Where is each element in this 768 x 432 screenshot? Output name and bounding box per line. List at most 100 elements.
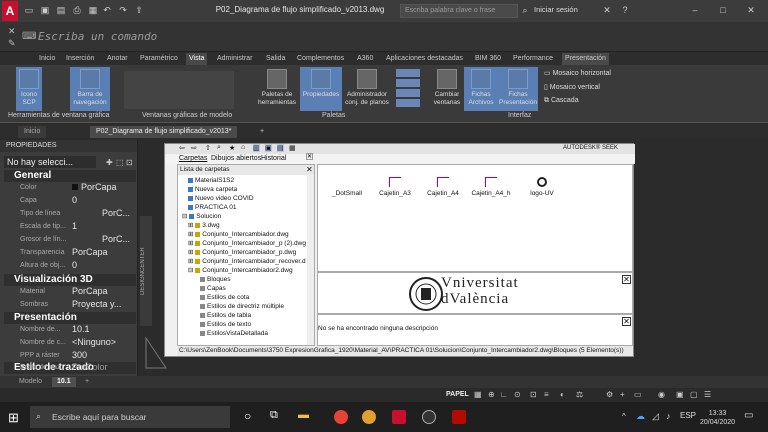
task-view-icon[interactable]: ⧉ bbox=[270, 409, 278, 422]
tree-item[interactable]: Nueva carpeta bbox=[188, 185, 237, 194]
workspace-icon[interactable]: ⚙ bbox=[606, 390, 613, 399]
viewport-config-area[interactable] bbox=[124, 71, 234, 109]
close-icon[interactable]: ✕ bbox=[746, 5, 756, 15]
add-layout-icon[interactable]: + bbox=[80, 377, 94, 387]
isolate-icon[interactable]: ◉ bbox=[658, 390, 665, 399]
tree-item[interactable]: ⊞ Conjunto_Intercambiador_p.dwg bbox=[188, 248, 296, 257]
search-dc-icon[interactable]: ⌕ bbox=[217, 144, 221, 152]
tab-historial[interactable]: Historial bbox=[261, 155, 286, 162]
app-store-icon[interactable]: ✕ bbox=[602, 5, 612, 15]
obs-icon[interactable] bbox=[422, 410, 436, 424]
barra-navegacion-button[interactable]: Barra de navegación bbox=[70, 67, 110, 111]
tab-insercion[interactable]: Inserción bbox=[63, 53, 97, 65]
tree-item[interactable]: Bloques bbox=[200, 275, 231, 284]
grid-icon[interactable]: ▦ bbox=[474, 390, 482, 399]
up-icon[interactable]: ⇧ bbox=[205, 144, 211, 152]
tab-salida[interactable]: Salida bbox=[263, 53, 288, 65]
taskbar-clock[interactable]: 13:33 20/04/2020 bbox=[700, 409, 735, 427]
share-icon[interactable]: ⇪ bbox=[134, 5, 144, 15]
language-icon[interactable]: ESP bbox=[680, 411, 696, 420]
panel-label-interfaz[interactable]: Interfaz bbox=[508, 112, 531, 119]
panel-label-ventanas-modelo[interactable]: Ventanas gráficas de modelo bbox=[142, 112, 232, 119]
close-dc-icon[interactable]: ✕ bbox=[306, 153, 313, 160]
icono-scp-button[interactable]: Icono SCP bbox=[16, 67, 42, 111]
paletas-herramientas-button[interactable]: Paletas de herramientas bbox=[254, 67, 300, 111]
cascada-button[interactable]: ⧉ Cascada bbox=[544, 97, 579, 105]
back-icon[interactable]: ⇨ bbox=[191, 144, 197, 152]
tab-presentacion[interactable]: Presentación bbox=[562, 53, 609, 65]
chrome-icon[interactable] bbox=[334, 410, 348, 424]
undo-icon[interactable]: ↶ bbox=[102, 5, 112, 15]
plot-icon[interactable]: ▦ bbox=[88, 5, 98, 15]
panel-label-herramientas[interactable]: Herramientas de ventana gráfica bbox=[8, 112, 110, 119]
redo-icon[interactable]: ↷ bbox=[118, 5, 128, 15]
units-icon[interactable]: ▭ bbox=[634, 390, 642, 399]
tab-layout-10-1[interactable]: 10.1 bbox=[52, 377, 76, 387]
tree-toggle-icon[interactable]: ▥ bbox=[253, 144, 260, 152]
quick-select-icon[interactable]: ✚ bbox=[106, 158, 113, 167]
tab-inicio[interactable]: Inicio bbox=[36, 53, 58, 65]
prop-value[interactable]: PorC... bbox=[102, 234, 130, 244]
prop-value[interactable]: PorC... bbox=[102, 208, 130, 218]
tree-item[interactable]: Estilos de cota bbox=[200, 293, 249, 302]
fichas-archivos-button[interactable]: Fichas Archivos bbox=[464, 67, 498, 111]
fichas-presentacion-button[interactable]: Fichas Presentación bbox=[498, 67, 538, 111]
tree-item[interactable]: Nuevo video COVID bbox=[188, 194, 254, 203]
help-icon[interactable]: ? bbox=[620, 5, 630, 15]
tree-item[interactable]: PRACTICA 01 bbox=[188, 203, 237, 212]
pickadd-icon[interactable]: ⊡ bbox=[126, 158, 133, 167]
autocad-taskbar-icon[interactable] bbox=[392, 410, 406, 424]
tree-item[interactable]: ⊟ Solucion bbox=[182, 212, 221, 221]
prop-value[interactable]: 0 bbox=[72, 260, 77, 270]
select-objects-icon[interactable]: ⬚ bbox=[116, 158, 124, 167]
save-icon[interactable]: ▣ bbox=[40, 5, 50, 15]
network-icon[interactable]: ◿ bbox=[652, 411, 659, 422]
panel-label-paletas[interactable]: Paletas bbox=[322, 112, 345, 119]
palettes-small-buttons[interactable] bbox=[396, 69, 420, 109]
prop-value[interactable]: 0 bbox=[72, 195, 77, 205]
tab-aplicaciones[interactable]: Aplicaciones destacadas bbox=[383, 53, 466, 65]
maximize-icon[interactable]: □ bbox=[718, 5, 728, 15]
tree-item[interactable]: ⊞ Conjunto_Intercambiador_p (2).dwg bbox=[188, 239, 306, 248]
papel-toggle[interactable]: PAPEL bbox=[446, 391, 469, 398]
section-visualizacion-3d[interactable]: Visualización 3D bbox=[4, 274, 136, 286]
tray-chevron-icon[interactable]: ^ bbox=[622, 412, 626, 421]
minimize-icon[interactable]: – bbox=[690, 5, 700, 15]
tree-item[interactable]: ⊞ Conjunto_Intercambiador_recover.d bbox=[188, 257, 306, 266]
autocad-logo-icon[interactable]: A bbox=[2, 1, 18, 21]
tree-item[interactable]: Estilos de texto bbox=[200, 320, 251, 329]
block-item[interactable]: Cajetin_A4_h bbox=[468, 177, 514, 197]
prop-value-color[interactable]: PorCapa bbox=[72, 182, 117, 192]
ortho-icon[interactable]: ∟ bbox=[500, 390, 508, 399]
tree-scrollbar[interactable] bbox=[307, 175, 314, 345]
tab-doc-inicio[interactable]: Inicio bbox=[18, 126, 47, 138]
hardware-accel-icon[interactable]: ▣ bbox=[676, 390, 684, 399]
tab-parametrico[interactable]: Paramétrico bbox=[137, 53, 181, 65]
block-item[interactable]: _DotSmall bbox=[328, 177, 366, 197]
customization-icon[interactable]: ☰ bbox=[704, 390, 711, 399]
tree-item[interactable]: Estilos de tabla bbox=[200, 311, 251, 320]
prop-value[interactable]: 1 bbox=[72, 221, 77, 231]
tree-item[interactable]: Capas bbox=[200, 284, 226, 293]
views-icon[interactable]: ▦ bbox=[289, 144, 296, 152]
save-as-icon[interactable]: ▤ bbox=[56, 5, 66, 15]
tab-bim360[interactable]: BIM 360 bbox=[472, 53, 504, 65]
close-description-icon[interactable]: ✕ bbox=[622, 317, 631, 326]
open-icon[interactable]: ▭ bbox=[24, 5, 34, 15]
cortana-icon[interactable]: ○ bbox=[244, 409, 251, 423]
close-command-icon[interactable]: ✕ bbox=[8, 26, 16, 37]
tree-item[interactable]: ⊞ 3.dwg bbox=[188, 221, 220, 230]
transparency-icon[interactable]: ◐ bbox=[560, 390, 565, 399]
tab-complementos[interactable]: Complementos bbox=[294, 53, 347, 65]
tree-item[interactable]: MaterialS1S2 bbox=[188, 176, 234, 185]
favorites-icon[interactable]: ★ bbox=[229, 144, 235, 152]
app-icon[interactable] bbox=[362, 410, 376, 424]
selection-dropdown[interactable]: No hay selecci... bbox=[4, 156, 96, 168]
new-tab-icon[interactable]: + bbox=[254, 126, 270, 138]
polar-icon[interactable]: ⊙ bbox=[514, 390, 521, 399]
tab-administrar[interactable]: Administrar bbox=[214, 53, 255, 65]
file-explorer-icon[interactable]: ▬ bbox=[298, 409, 309, 421]
block-item[interactable]: Cajetin_A4 bbox=[424, 177, 462, 197]
description-icon[interactable]: ▤ bbox=[277, 144, 284, 152]
tree-item[interactable]: ⊟ Conjunto_Intercambiador2.dwg bbox=[188, 266, 293, 275]
